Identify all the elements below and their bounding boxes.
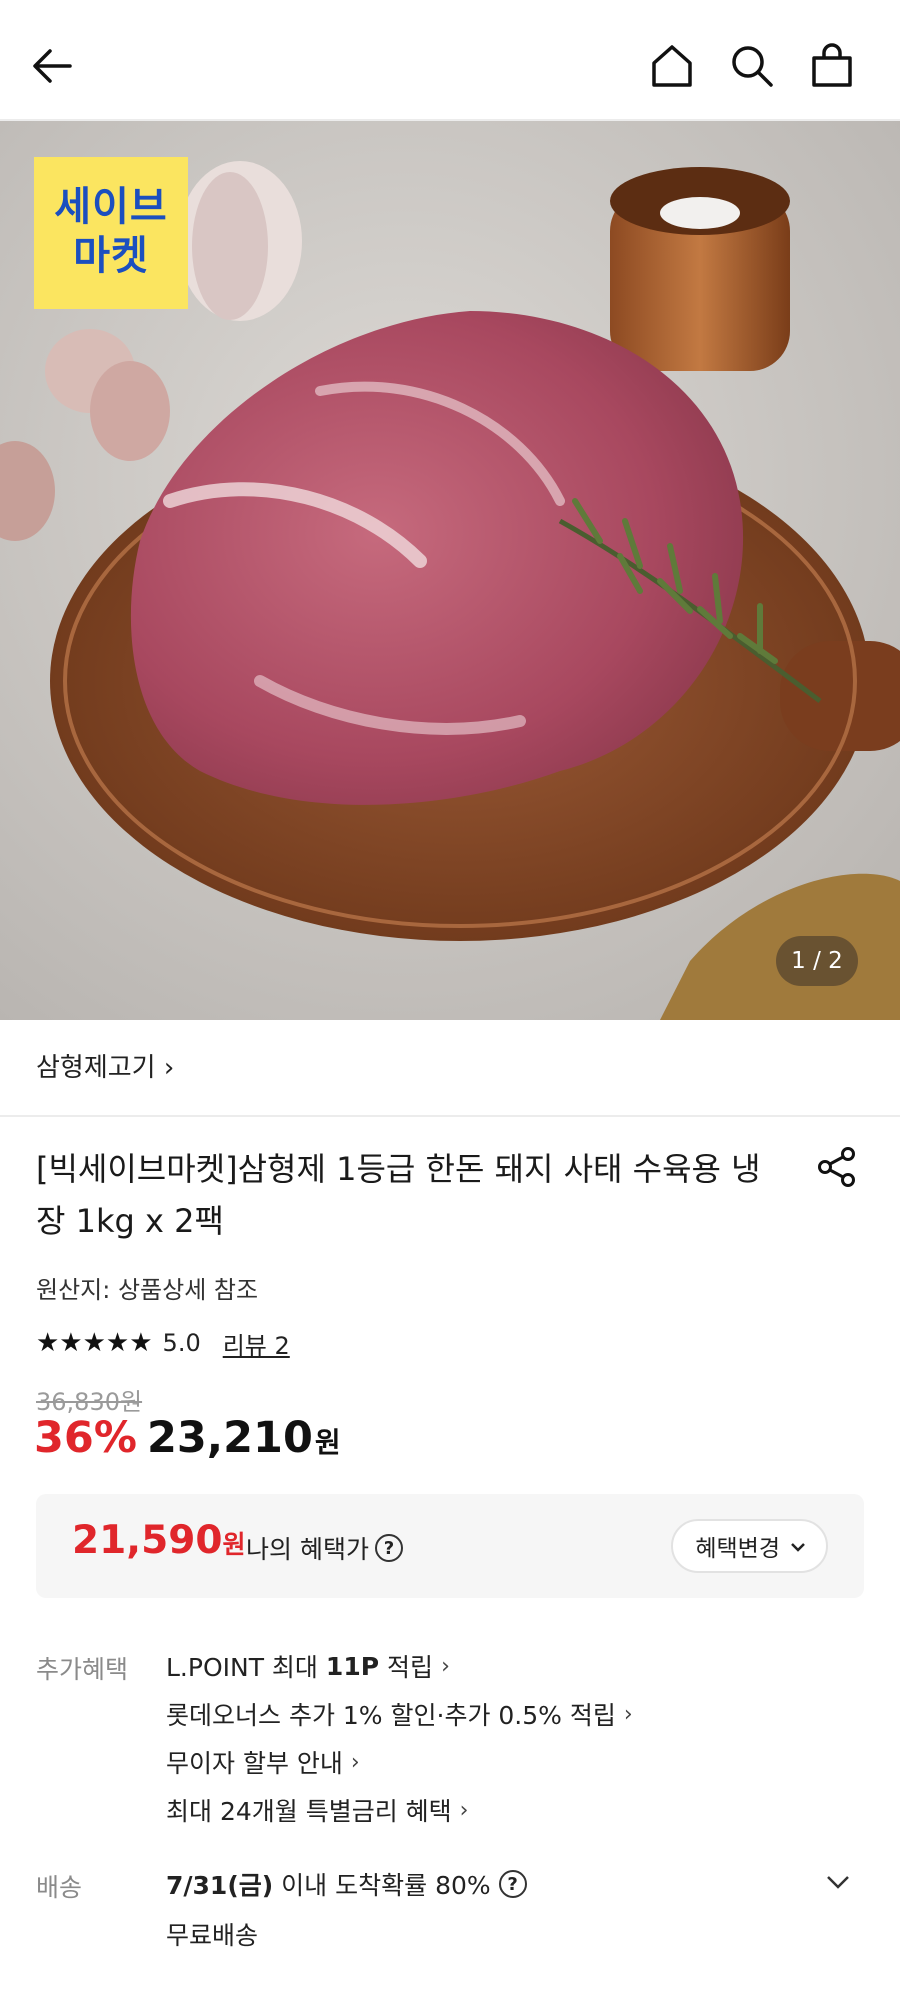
badge-line-2: 마켓 (73, 233, 149, 279)
lotte-members-link[interactable]: 롯데오너스 추가 1% 할인·추가 0.5% 적립 › (166, 1696, 633, 1732)
chevron-right-icon: › (350, 1749, 360, 1775)
lotte-members-text: 롯데오너스 추가 1% 할인·추가 0.5% 적립 (166, 1701, 616, 1730)
free-shipping-text: 무료배송 (166, 1921, 259, 1950)
delivery-desc: 이내 도착확률 80% (281, 1871, 491, 1900)
sale-price: 23,210 (146, 1413, 313, 1463)
origin-text: 원산지: 상품상세 참조 (36, 1276, 259, 1304)
chevron-down-icon[interactable] (818, 1867, 858, 1897)
save-market-badge: 세이브 마켓 (34, 157, 188, 309)
benefit-label: 나의 혜택가 ? (246, 1530, 403, 1566)
extra-benefits-label: 추가혜택 (36, 1655, 129, 1684)
help-icon[interactable]: ? (498, 1870, 527, 1898)
divider (0, 1115, 900, 1117)
shopping-bag-icon[interactable] (802, 36, 862, 96)
benefit-price-unit: 원 (222, 1530, 246, 1559)
lpoint-link[interactable]: L.POINT 최대 11P 적립 › (166, 1648, 450, 1684)
rating-row: ★★★★★ 5.0 리뷰 2 (36, 1326, 290, 1360)
help-icon[interactable]: ? (374, 1534, 403, 1562)
discount-rate: 36% (34, 1413, 137, 1463)
chevron-right-icon: › (163, 1053, 175, 1083)
home-icon[interactable] (642, 36, 702, 96)
installment-text: 무이자 할부 안내 (166, 1749, 343, 1778)
star-rating-icon: ★★★★★ (36, 1328, 153, 1358)
lpoint-amount: 11P (325, 1651, 380, 1681)
badge-line-1: 세이브 (54, 184, 168, 230)
delivery-date: 7/31(금) (166, 1871, 274, 1900)
delivery-info: 7/31(금) 이내 도착확률 80% ? (166, 1866, 527, 1902)
lpoint-suffix: 적립 (387, 1653, 434, 1682)
price-unit: 원 (314, 1426, 341, 1459)
free-shipping: 무료배송 (166, 1916, 258, 1952)
back-arrow-icon[interactable] (22, 36, 82, 96)
benefit-price: 21,590원 (72, 1518, 246, 1563)
change-benefit-label: 혜택변경 (695, 1536, 780, 1562)
category-label: 삼형제고기 (36, 1053, 156, 1083)
review-link[interactable]: 리뷰 2 (223, 1326, 290, 1361)
chevron-down-icon (790, 1536, 806, 1557)
change-benefit-button[interactable]: 혜택변경 (671, 1519, 828, 1573)
product-title: [빅세이브마켓]삼형제 1등급 한돈 돼지 사태 수육용 냉장 1kg x 2팩 (36, 1150, 761, 1240)
delivery-label: 배송 (36, 1873, 83, 1902)
rating-value: 5.0 (162, 1329, 201, 1357)
top-bar (0, 0, 900, 121)
benefit-label-text: 나의 혜택가 (246, 1535, 369, 1564)
original-price: 36,830원 (36, 1388, 143, 1416)
special-rate-link[interactable]: 최대 24개월 특별금리 혜택 › (166, 1792, 468, 1828)
image-pager: 1 / 2 (776, 936, 858, 986)
chevron-right-icon: › (623, 1701, 633, 1727)
installment-link[interactable]: 무이자 할부 안내 › (166, 1744, 360, 1780)
share-icon[interactable] (812, 1142, 862, 1192)
product-image[interactable]: 세이브 마켓 1 / 2 (0, 121, 900, 1020)
category-link[interactable]: 삼형제고기 › (36, 1047, 174, 1084)
benefit-price-value: 21,590 (72, 1518, 223, 1563)
price-row: 36% 23,210 원 (34, 1413, 341, 1463)
lpoint-prefix: L.POINT 최대 (166, 1653, 318, 1682)
chevron-right-icon: › (441, 1653, 450, 1679)
chevron-right-icon: › (459, 1797, 469, 1823)
search-icon[interactable] (722, 36, 782, 96)
benefit-box: 21,590원 나의 혜택가 ? 혜택변경 (36, 1494, 864, 1598)
special-rate-text: 최대 24개월 특별금리 혜택 (166, 1797, 452, 1826)
